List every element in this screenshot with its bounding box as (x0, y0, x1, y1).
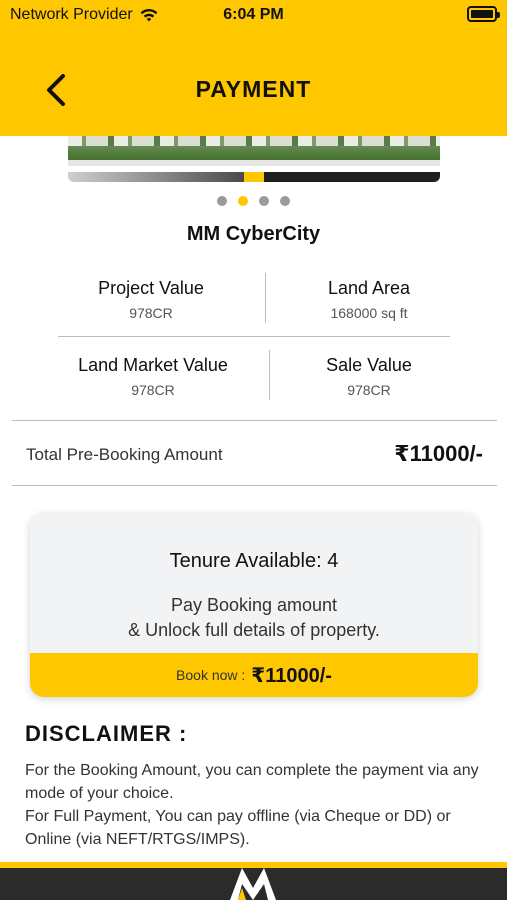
stat-label: Land Area (327, 278, 411, 298)
carousel-dot[interactable] (280, 196, 290, 206)
stat-divider (265, 273, 266, 323)
property-image (68, 136, 440, 166)
stats-row-divider (58, 336, 450, 337)
stat-label: Sale Value (326, 355, 412, 375)
booking-card: Tenure Available: 4 Pay Booking amount &… (30, 513, 478, 697)
status-time: 6:04 PM (223, 6, 284, 23)
tenure-available: Tenure Available: 4 (169, 550, 339, 572)
carousel-dot[interactable] (259, 196, 269, 206)
stat-land-market-value: Land Market Value 978CR (58, 355, 248, 398)
booking-description-line2: & Unlock full details of property. (128, 620, 380, 640)
battery-icon (467, 6, 500, 22)
stat-project-value: Project Value 978CR (58, 278, 244, 321)
book-now-button[interactable]: Book now : ₹11000/- (30, 653, 478, 697)
total-label: Total Pre-Booking Amount (26, 445, 223, 464)
carousel-dot-active[interactable] (238, 196, 248, 206)
stat-value: 978CR (131, 382, 175, 398)
disclaimer-title: DISCLAIMER : (25, 721, 188, 746)
book-now-label: Book now : (176, 667, 246, 683)
carousel-brand-strip (68, 172, 440, 182)
carousel-pagination (0, 196, 507, 206)
booking-description-line1: Pay Booking amount (170, 595, 338, 615)
stat-label: Land Market Value (78, 355, 228, 375)
property-image-carousel[interactable] (68, 136, 440, 184)
total-pre-booking-row: Total Pre-Booking Amount ₹11000/- (12, 420, 497, 486)
stat-divider (269, 350, 270, 400)
stat-label: Project Value (98, 278, 204, 298)
header-bar: Network Provider 6:04 PM PAYMENT (0, 0, 507, 136)
disclaimer-text: For the Booking Amount, you can complete… (25, 762, 479, 848)
stat-sale-value: Sale Value 978CR (276, 355, 462, 398)
carousel-dot[interactable] (217, 196, 227, 206)
stat-value: 978CR (129, 305, 173, 321)
status-bar: Network Provider 6:04 PM (0, 0, 507, 30)
brand-logo-icon (230, 868, 276, 900)
stat-value: 978CR (347, 382, 391, 398)
book-now-amount: ₹11000/- (251, 664, 332, 687)
stat-value: 168000 sq ft (330, 305, 408, 321)
footer-brand-bar (0, 862, 507, 900)
total-amount: ₹11000/- (394, 441, 483, 466)
page-title: PAYMENT (195, 76, 312, 102)
project-name: MM CyberCity (186, 223, 321, 245)
stat-land-area: Land Area 168000 sq ft (276, 278, 462, 321)
